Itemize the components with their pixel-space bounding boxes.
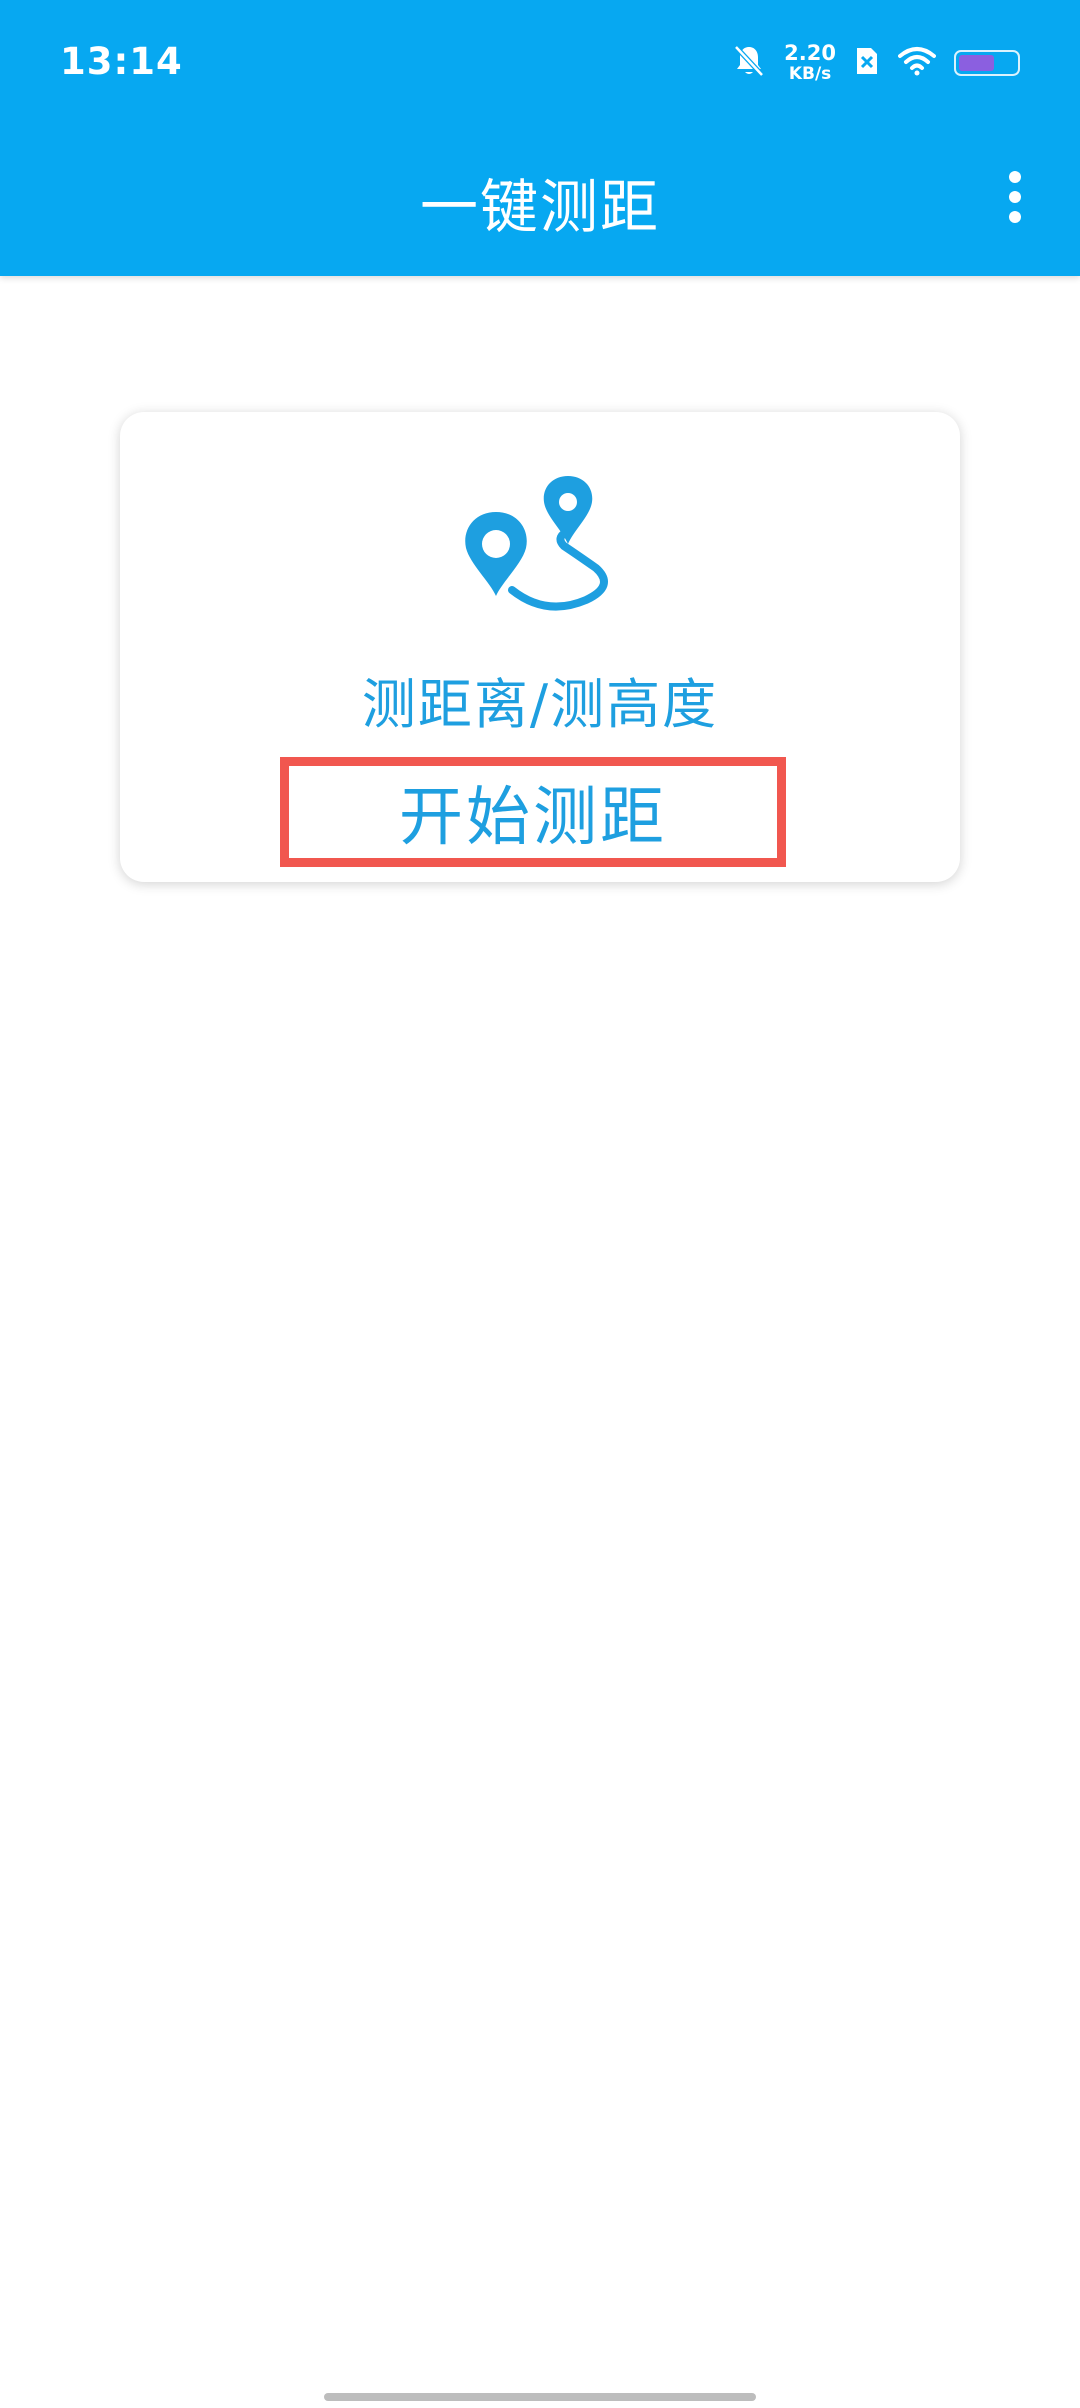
network-speed-value: 2.20 xyxy=(784,41,836,65)
measure-card[interactable]: 测距离/测高度 开始测距 xyxy=(120,412,960,882)
card-title: 测距离/测高度 xyxy=(361,673,719,736)
menu-dot xyxy=(1009,211,1021,223)
menu-dot xyxy=(1009,191,1021,203)
more-vert-icon[interactable] xyxy=(990,162,1040,232)
route-pins-icon xyxy=(456,472,624,612)
gesture-nav-bar[interactable] xyxy=(324,2393,756,2401)
battery-icon xyxy=(954,50,1020,76)
network-speed: 2.20 KB/s xyxy=(784,43,836,83)
app-title: 一键测距 xyxy=(419,173,660,241)
status-time: 13:14 xyxy=(60,40,183,83)
header: 13:14 2.20 KB/s 一键测距 xyxy=(0,0,1080,276)
start-measure-button[interactable]: 开始测距 xyxy=(280,757,786,867)
app-bar: 一键测距 xyxy=(0,126,1080,276)
start-measure-label: 开始测距 xyxy=(399,781,667,855)
menu-dot xyxy=(1009,171,1021,183)
bell-off-icon xyxy=(732,43,766,83)
battery-level xyxy=(959,55,994,71)
network-speed-unit: KB/s xyxy=(788,64,832,84)
screen: 13:14 2.20 KB/s 一键测距 测距离/测高度 开始测距 xyxy=(0,0,1080,2408)
status-bar: 13:14 2.20 KB/s xyxy=(0,0,1080,126)
wifi-icon xyxy=(898,46,936,80)
status-icons: 2.20 KB/s xyxy=(732,38,1020,88)
sim-off-icon xyxy=(854,45,880,81)
